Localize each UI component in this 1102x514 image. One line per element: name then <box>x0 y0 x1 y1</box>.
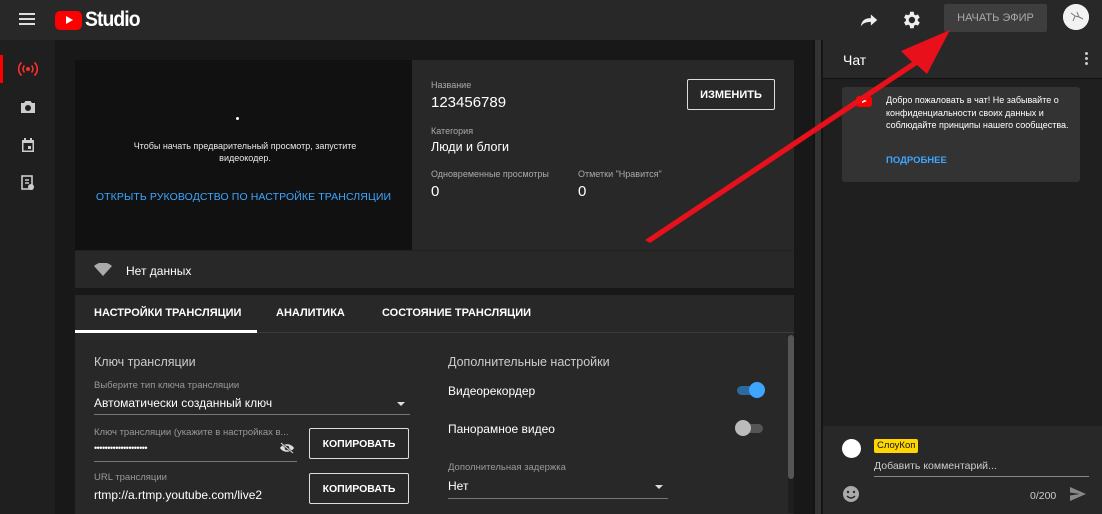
key-type-underline <box>94 414 410 415</box>
main-content: Чтобы начать предварительный просмотр, з… <box>55 40 813 514</box>
advanced-settings-title: Дополнительные настройки <box>448 355 610 369</box>
gear-icon[interactable] <box>900 9 922 31</box>
youtube-icon <box>856 96 872 107</box>
edit-button[interactable]: ИЗМЕНИТЬ <box>687 79 775 110</box>
rail-item-camera[interactable] <box>0 87 55 127</box>
username-badge: СлоуКоп <box>874 439 919 453</box>
eye-off-icon[interactable] <box>279 442 295 454</box>
emoji-icon[interactable] <box>842 485 860 503</box>
loading-dot <box>236 117 239 120</box>
title-label: Название <box>431 80 472 90</box>
chat-welcome-text: Добро пожаловать в чат! Не забывайте о к… <box>886 95 1069 130</box>
stream-status-row: Нет данных <box>75 250 794 288</box>
upload-list-icon <box>20 175 34 190</box>
chat-header: Чат <box>823 40 1102 79</box>
key-type-select[interactable]: Автоматически созданный ключ <box>94 396 272 410</box>
comment-input[interactable]: Добавить комментарий... <box>874 460 1089 477</box>
youtube-studio-logo[interactable]: Studio <box>55 8 144 32</box>
preview-message: Чтобы начать предварительный просмотр, з… <box>133 141 357 163</box>
chat-title: Чат <box>843 52 867 68</box>
left-rail <box>0 40 55 514</box>
stream-url-field[interactable]: rtmp://a.rtmp.youtube.com/live2 <box>94 488 262 502</box>
rail-item-manage[interactable] <box>0 163 55 203</box>
active-tab-indicator <box>75 330 257 333</box>
share-arrow-icon[interactable] <box>858 9 880 31</box>
rail-item-schedule[interactable] <box>0 125 55 165</box>
panel-divider-scrollbar[interactable] <box>813 40 823 514</box>
wifi-signal-icon <box>94 263 112 276</box>
avatar-image <box>1063 4 1089 30</box>
panel-divider-thumb[interactable] <box>815 40 821 514</box>
tab-stream-health[interactable]: СОСТОЯНИЕ ТРАНСЛЯЦИИ <box>382 307 531 319</box>
copy-key-button[interactable]: КОПИРОВАТЬ <box>309 428 409 459</box>
stream-key-title: Ключ трансляции <box>94 355 196 369</box>
send-icon[interactable] <box>1069 486 1087 502</box>
caret-down-icon[interactable] <box>654 484 664 490</box>
calendar-icon <box>21 137 34 152</box>
char-counter: 0/200 <box>1030 490 1057 502</box>
likes-label: Отметки "Нравится" <box>578 169 662 179</box>
dvr-toggle[interactable] <box>735 382 765 398</box>
main-scrollbar-thumb[interactable] <box>788 335 794 479</box>
stream-key-field[interactable]: •••••••••••••••••••• <box>94 443 148 453</box>
dvr-label: Видеорекордер <box>448 384 536 398</box>
more-options-icon[interactable] <box>1084 52 1090 67</box>
youtube-play-icon <box>55 10 82 30</box>
logo-text: Studio <box>85 8 141 31</box>
stream-status-text: Нет данных <box>126 264 192 278</box>
copy-url-button[interactable]: КОПИРОВАТЬ <box>309 473 409 504</box>
menu-icon[interactable] <box>19 13 35 25</box>
learn-more-link[interactable]: ПОДРОБНЕЕ <box>886 155 947 166</box>
stream-key-label: Ключ трансляции (укажите в настройках в.… <box>94 427 289 438</box>
rail-item-live[interactable] <box>0 49 55 89</box>
chat-welcome-card: Добро пожаловать в чат! Не забывайте о к… <box>842 87 1080 182</box>
stream-key-underline <box>94 461 297 462</box>
latency-label: Дополнительная задержка <box>448 462 566 473</box>
panorama-toggle-knob <box>735 420 751 436</box>
tab-analytics[interactable]: АНАЛИТИКА <box>276 307 345 319</box>
tab-stream-settings[interactable]: НАСТРОЙКИ ТРАНСЛЯЦИИ <box>94 307 241 319</box>
key-type-label: Выберите тип ключа трансляции <box>94 380 240 391</box>
likes-value: 0 <box>578 183 587 200</box>
avatar[interactable] <box>1063 4 1089 30</box>
live-broadcast-icon <box>17 61 38 77</box>
caret-down-icon[interactable] <box>396 401 406 407</box>
video-preview: Чтобы начать предварительный просмотр, з… <box>75 60 412 250</box>
latency-underline <box>448 498 668 499</box>
panorama-label: Панорамное видео <box>448 422 555 436</box>
tab-bar: НАСТРОЙКИ ТРАНСЛЯЦИИ АНАЛИТИКА СОСТОЯНИЕ… <box>75 295 794 333</box>
concurrent-viewers-value: 0 <box>431 183 440 200</box>
preview-panel: Чтобы начать предварительный просмотр, з… <box>75 60 794 288</box>
panorama-toggle[interactable] <box>735 420 765 436</box>
chat-composer: СлоуКоп Добавить комментарий... 0/200 <box>823 426 1102 514</box>
settings-panel: НАСТРОЙКИ ТРАНСЛЯЦИИ АНАЛИТИКА СОСТОЯНИЕ… <box>75 295 794 514</box>
top-bar: Studio НАЧАТЬ ЭФИР <box>0 0 1102 40</box>
concurrent-viewers-label: Одновременные просмотры <box>431 169 549 179</box>
dvr-toggle-knob <box>749 382 765 398</box>
category-value: Люди и блоги <box>431 140 510 154</box>
setup-guide-link[interactable]: ОТКРЫТЬ РУКОВОДСТВО ПО НАСТРОЙКЕ ТРАНСЛЯ… <box>75 191 412 203</box>
category-label: Категория <box>431 126 474 136</box>
chat-panel: Чат Добро пожаловать в чат! Не забывайте… <box>823 40 1102 514</box>
stream-url-label: URL трансляции <box>94 472 167 483</box>
latency-select[interactable]: Нет <box>448 479 468 493</box>
main-scrollbar[interactable] <box>788 335 794 513</box>
title-value: 123456789 <box>431 94 507 111</box>
go-live-button[interactable]: НАЧАТЬ ЭФИР <box>944 4 1047 32</box>
user-avatar <box>842 439 861 458</box>
camera-icon <box>20 101 35 113</box>
